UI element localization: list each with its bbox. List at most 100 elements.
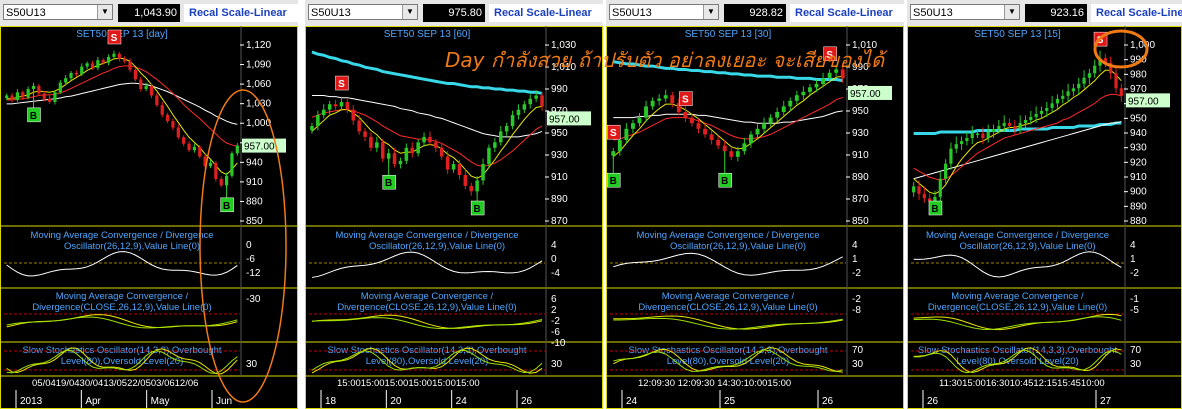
macd-tick-label: -2 [1130, 268, 1139, 279]
symbol-selector[interactable]: S50U13 ▼ [308, 4, 418, 20]
candle-body [762, 123, 767, 129]
chart-title: SET50 SEP 13 [day] [76, 29, 168, 40]
buy-signal-label: B [223, 201, 230, 212]
candle-body [398, 160, 403, 165]
chevron-down-icon[interactable]: ▼ [1004, 5, 1019, 19]
macd-label-line2: Oscillator(26,12,9),Value Line(0) [64, 241, 200, 252]
macd2-tick-label: -30 [246, 294, 261, 305]
price-tick-label: 1,000 [246, 118, 271, 129]
candle-body [938, 178, 942, 197]
candle-body [230, 153, 234, 176]
candle-body [149, 85, 154, 96]
candle-body [123, 58, 127, 62]
macd-label-line1: Moving Average Convergence / Divergence [926, 230, 1109, 241]
price-chart-area[interactable]: SET50 SEP 13 [15]1,000990980970960950940… [907, 26, 1182, 409]
symbol-selector[interactable]: S50U13 ▼ [910, 4, 1020, 20]
candle-body [428, 136, 432, 143]
macd-tick-label: 0 [246, 240, 252, 251]
candle-body [975, 133, 980, 136]
macd2-label-line1: Moving Average Convergence / [361, 291, 494, 302]
buy-signal-label: B [931, 204, 938, 215]
candle-body [380, 142, 385, 159]
chevron-down-icon[interactable]: ▼ [703, 5, 718, 19]
candle-body [64, 78, 68, 83]
annotation-text: Day กำลังสวย ถ้าปรับตัว อย่าลงเยอะ จะเสี… [445, 48, 885, 72]
candle-body [624, 128, 629, 140]
macd-label-line2: Oscillator(26,12,9),Value Line(0) [369, 241, 505, 252]
recal-scale-button[interactable]: Recal Scale-Linear [1091, 4, 1182, 22]
candle-body [781, 106, 786, 112]
candle-body [917, 186, 921, 194]
time-axis-top: 05/0419/0430/0413/0522/0503/0612/06 [32, 378, 198, 389]
candle-body [192, 146, 197, 151]
candle-body [498, 131, 503, 143]
sell-signal-label: S [1097, 35, 1104, 46]
candle-body [410, 147, 415, 154]
price-chart-area[interactable]: SET50 SEP 13 [30]1,010990970950930910890… [606, 26, 904, 409]
macd-tick-label: 0 [551, 254, 557, 265]
time-axis-bottom-label: 24 [626, 396, 638, 407]
candle-body [160, 105, 164, 115]
macd-tick-label: -6 [246, 254, 255, 265]
candle-body [139, 79, 143, 90]
candle-body [716, 140, 721, 146]
ma-mid-line [6, 65, 238, 147]
panel-toolbar: S50U13 ▼ 928.82 Recal Scale-Linear [606, 0, 904, 27]
price-tick-label: 950 [1130, 113, 1147, 124]
macd2-label-line2: Divergence(CLOSE,26,12,9),Value Line(0) [928, 302, 1107, 313]
candle-body [742, 143, 747, 152]
time-axis-bottom-label: 26 [822, 396, 834, 407]
candle-body [644, 106, 649, 118]
price-tick-label: 990 [551, 84, 568, 95]
chart-title: SET50 SEP 13 [30] [685, 29, 772, 40]
price-chart-area[interactable]: SET50 SEP 13 [60]1,0301,0109909709509309… [305, 26, 603, 409]
chevron-down-icon[interactable]: ▼ [402, 5, 417, 19]
candle-body [128, 61, 132, 70]
panel-toolbar: S50U13 ▼ 1,043.90 Recal Scale-Linear [0, 0, 298, 27]
time-axis-bottom-label: 20 [390, 396, 402, 407]
price-tick-label: 990 [1130, 55, 1147, 66]
candle-body [722, 145, 727, 152]
price-tick-label: 1,120 [246, 40, 271, 51]
macd-label-line1: Moving Average Convergence / Divergence [30, 230, 213, 241]
candle-body [663, 95, 668, 99]
candle-body [357, 120, 361, 132]
recal-scale-button[interactable]: Recal Scale-Linear [184, 4, 298, 22]
candle-body [748, 134, 753, 144]
price-tick-label: 870 [852, 194, 869, 205]
candle-body [1061, 95, 1065, 99]
stoch-label-line2: Level(80),Oversold Level(20) [61, 356, 184, 367]
candle-body [775, 112, 780, 118]
candle-body [369, 136, 373, 148]
ma-fast-line [6, 57, 238, 176]
candle-body [912, 186, 916, 193]
candle-body [5, 95, 9, 99]
price-tick-label: 980 [1130, 69, 1147, 80]
macd-tick-label: -2 [852, 268, 861, 279]
macd2-tick-label: -1 [1130, 294, 1139, 305]
price-tick-label: 910 [1130, 172, 1147, 183]
macd-tick-label: 4 [852, 240, 858, 251]
symbol-selector[interactable]: S50U13 ▼ [3, 4, 113, 20]
time-axis-bottom-label: 18 [325, 396, 337, 407]
candle-body [47, 98, 52, 102]
candle-body [187, 143, 191, 151]
candle-body [617, 140, 622, 152]
candle-body [208, 162, 213, 167]
candle-body [339, 102, 344, 107]
candle-body [954, 144, 958, 149]
candle-body [755, 128, 760, 135]
symbol-selector[interactable]: S50U13 ▼ [609, 4, 719, 20]
candle-body [637, 117, 642, 124]
price-chart-area[interactable]: SET50 SEP 13 [day] 1,120 1,090 1,060 1,030 1,… [0, 26, 298, 409]
recal-scale-button[interactable]: Recal Scale-Linear [790, 4, 904, 22]
recal-scale-button[interactable]: Recal Scale-Linear [489, 4, 603, 22]
price-box: 928.82 [724, 4, 786, 22]
chevron-down-icon[interactable]: ▼ [97, 5, 112, 19]
chart-title: SET50 SEP 13 [60] [384, 29, 471, 40]
price-box: 923.16 [1025, 4, 1087, 22]
price-tick-label: 940 [1130, 128, 1147, 139]
candle-body [80, 66, 84, 75]
price-tick-label: 1,090 [246, 60, 271, 71]
candle-body [986, 132, 990, 139]
